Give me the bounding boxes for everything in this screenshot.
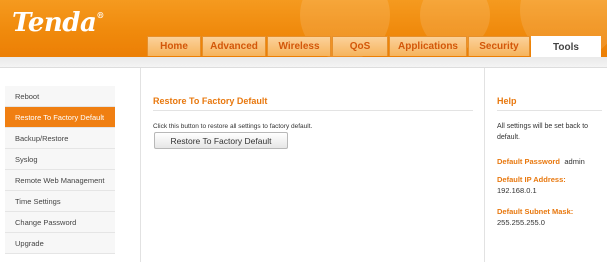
default-password-value: admin [564,157,585,166]
default-subnet-mask-value: 255.255.255.0 [497,218,545,227]
sidebar-item-backup-restore[interactable]: Backup/Restore [5,128,115,149]
main-content: Restore To Factory Default Click this bu… [140,68,485,262]
default-subnet-mask-label: Default Subnet Mask: [497,207,574,216]
sidebar-item-remote-web-management[interactable]: Remote Web Management [5,170,115,191]
tab-applications[interactable]: Applications [389,36,467,56]
default-password-row: Default Password admin [497,151,607,169]
help-divider [497,110,602,111]
brand-logo-text: Tenda [12,8,97,38]
sidebar-item-time-settings[interactable]: Time Settings [5,191,115,212]
sub-header-band [0,57,607,68]
tab-qos[interactable]: QoS [332,36,388,56]
sidebar-item-syslog[interactable]: Syslog [5,149,115,170]
tab-tools[interactable]: Tools [531,36,601,57]
tab-wireless[interactable]: Wireless [267,36,331,56]
default-ip-value: 192.168.0.1 [497,186,537,195]
tab-home[interactable]: Home [147,36,201,56]
sidebar-item-upgrade[interactable]: Upgrade [5,233,115,254]
page-description: Click this button to restore all setting… [153,123,313,130]
sidebar-item-reboot[interactable]: Reboot [5,86,115,107]
header-bar: Tenda® Home Advanced Wireless QoS Applic… [0,0,607,57]
main-tab-bar: Home Advanced Wireless QoS Applications … [147,36,602,57]
page-title: Restore To Factory Default [153,96,268,106]
sidebar-nav: Reboot Restore To Factory Default Backup… [5,86,115,254]
help-title: Help [497,96,517,106]
tab-security[interactable]: Security [468,36,530,56]
help-text: All settings will be set back to default… [497,123,589,141]
registered-mark: ® [96,10,104,20]
restore-factory-default-button[interactable]: Restore To Factory Default [154,132,288,149]
tab-advanced[interactable]: Advanced [202,36,266,56]
title-divider [153,110,473,111]
sidebar-item-change-password[interactable]: Change Password [5,212,115,233]
default-password-label: Default Password [497,157,560,166]
sidebar-item-restore-factory-default[interactable]: Restore To Factory Default [5,107,115,128]
brand-logo: Tenda® [12,8,104,38]
default-ip-label: Default IP Address: [497,175,566,184]
